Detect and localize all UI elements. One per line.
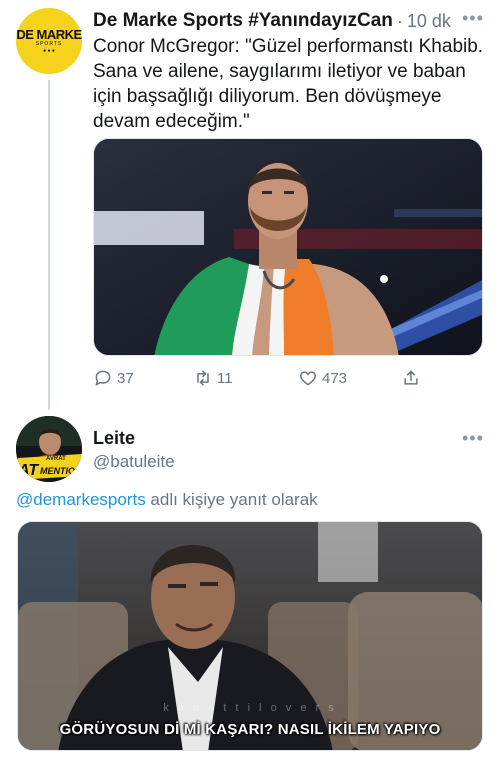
tweet-text: Conor McGregor: "Güzel performanstı Khab… — [93, 36, 484, 132]
replying-to-text: adlı kişiye yanıt olarak — [145, 490, 318, 509]
media-subtitle: GÖRÜYOSUN Dİ Mİ KAŞARI? NASIL İKİLEM YAP… — [59, 721, 441, 738]
photo-man-meme-icon — [18, 522, 482, 750]
reply-media-photo[interactable]: k a n e t t i l o v e r s GÖRÜYOSUN Dİ M… — [17, 521, 483, 751]
avatar-badge-icon: AVRAT AT MENTION — [16, 416, 82, 482]
reply-author-handle[interactable]: @batuleite — [93, 452, 175, 472]
photo-fighter-icon — [94, 139, 482, 355]
avatar-leite[interactable]: AVRAT AT MENTION — [16, 416, 82, 482]
author-name[interactable]: De Marke Sports #YanındayızCan — [93, 10, 393, 32]
retweet-count: 11 — [217, 369, 233, 387]
avatar-logo-text: DE MARKE — [16, 27, 82, 42]
avatar-logo-subtext: SPORTS — [35, 41, 63, 47]
share-button[interactable] — [401, 368, 421, 388]
tweet-media-photo[interactable] — [93, 138, 483, 356]
tweet-demarke[interactable]: DE MARKE SPORTS ● ● ● De Marke Sports #Y… — [0, 0, 500, 410]
svg-text:AT: AT — [17, 462, 39, 479]
tweet-time[interactable]: 10 dk — [407, 11, 451, 32]
share-icon — [404, 370, 418, 385]
separator-dot: · — [396, 10, 403, 31]
svg-text:MENTION: MENTION — [40, 466, 82, 476]
avatar-logo-dots: ● ● ● — [43, 48, 55, 54]
tweet-reply-leite[interactable]: AVRAT AT MENTION Leite @batuleite ••• @d… — [0, 410, 500, 765]
more-options-icon[interactable]: ••• — [462, 8, 484, 29]
reply-icon — [95, 370, 111, 386]
retweet-button[interactable]: 11 — [193, 368, 233, 388]
thread-line — [48, 80, 50, 410]
like-button[interactable]: 473 — [298, 368, 347, 388]
tweet-actions: 37 11 473 — [93, 368, 483, 392]
reply-count: 37 — [117, 369, 134, 387]
svg-text:AVRAT: AVRAT — [46, 456, 66, 462]
more-options-icon[interactable]: ••• — [462, 428, 484, 449]
retweet-icon — [197, 370, 209, 386]
like-count: 473 — [322, 369, 348, 387]
reply-button[interactable]: 37 — [93, 368, 134, 388]
reply-author-name[interactable]: Leite — [93, 428, 135, 449]
tweet-header: De Marke Sports #YanındayızCan · 10 dk — [93, 8, 493, 34]
replying-to: @demarkesports adlı kişiye yanıt olarak — [16, 490, 318, 510]
media-watermark: k a n e t t i l o v e r s — [163, 702, 337, 714]
heart-icon — [299, 371, 317, 386]
replying-to-mention[interactable]: @demarkesports — [16, 490, 146, 509]
avatar-demarke[interactable]: DE MARKE SPORTS ● ● ● — [16, 8, 82, 74]
